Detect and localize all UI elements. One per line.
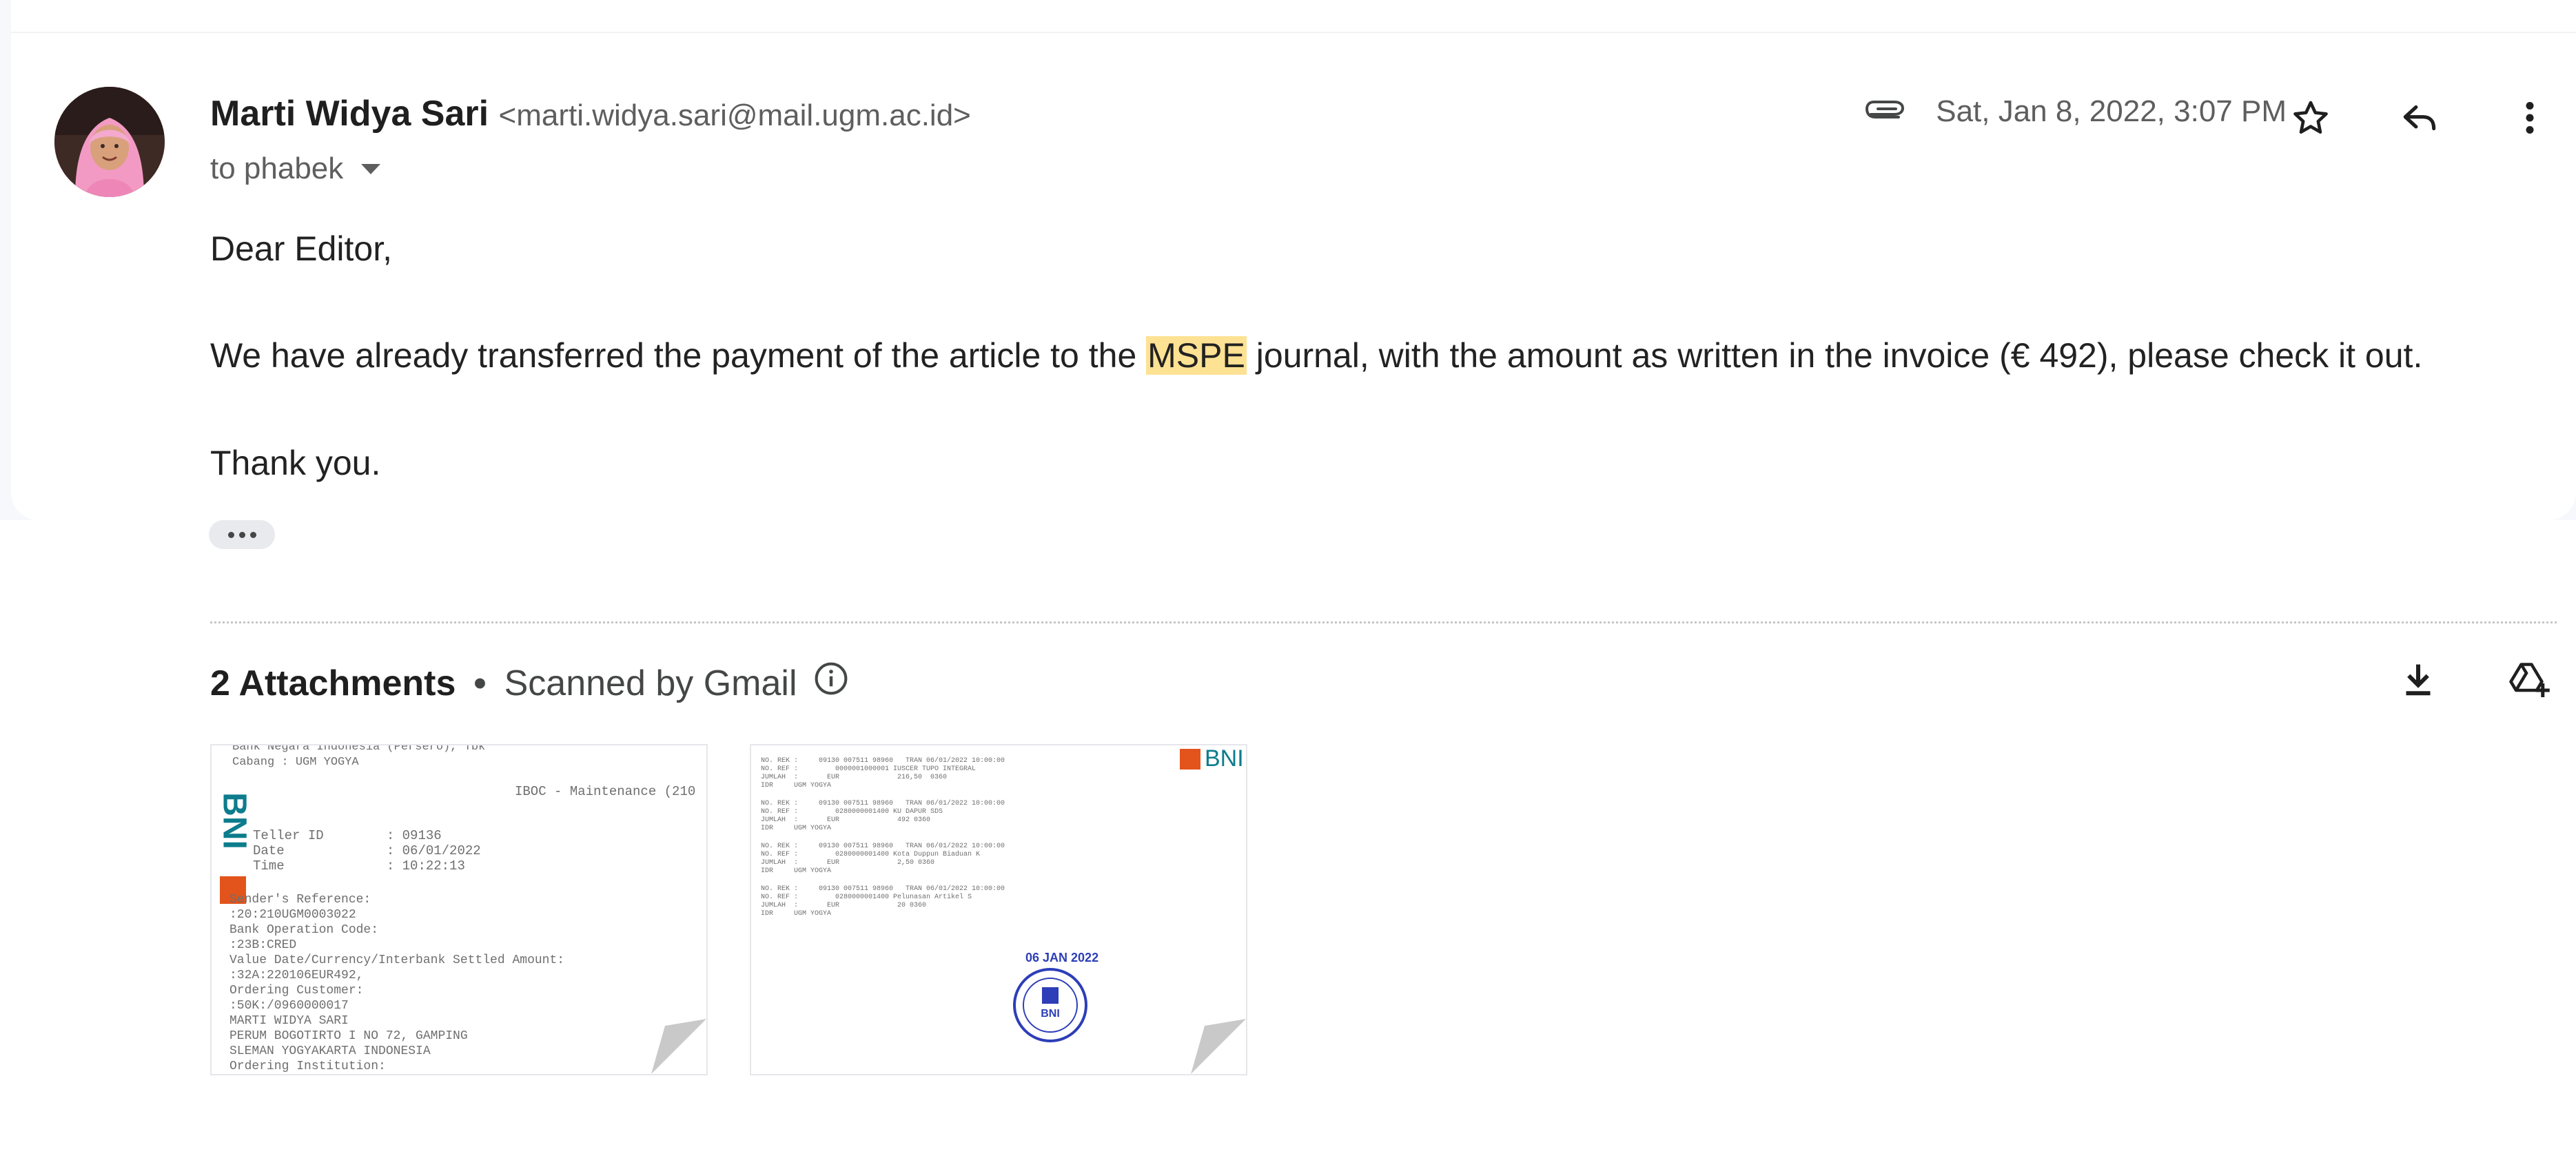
receipt-line: IDR UGM YOGYA (761, 867, 832, 875)
star-button[interactable] (2287, 94, 2335, 142)
ellipsis-dot (249, 531, 256, 538)
star-icon (2293, 101, 2328, 134)
add-to-drive-icon (2509, 663, 2550, 697)
receipt-line: :20:210UGM0003022 (229, 908, 356, 922)
attachments-header: 2 Attachments • Scanned by Gmail (210, 660, 850, 706)
receipt-line: JUMLAH : EUR 2,50 0360 (761, 859, 935, 867)
receipt-line: Bank Negara Indonesia (Persero), Tbk (232, 744, 486, 754)
recipient-details-dropdown-icon[interactable] (361, 163, 381, 174)
receipt-line: SLEMAN YOGYAKARTA INDONESIA (229, 1044, 431, 1058)
bni-logo-text: BNI (216, 792, 253, 849)
bni-logo-mark-icon (1180, 748, 1200, 770)
stamp-inner-ring (1023, 978, 1078, 1033)
attachment-clip-icon (1864, 96, 1912, 127)
receipt-line: IDR UGM YOGYA (761, 782, 832, 789)
receipt-line: NO. REF : 0280000001400 Kota Duppun Biad… (761, 851, 981, 858)
receipt-line: Time : 10:22:13 (253, 858, 465, 874)
receipt-line: PERUM BOGOTIRTO I NO 72, GAMPING (229, 1029, 468, 1043)
bni-logo: BNI (1180, 745, 1244, 772)
receipt-line: Sender's Reference: (229, 893, 371, 907)
bni-logo: BNI (216, 766, 253, 904)
scan-note: Scanned by Gmail (504, 663, 797, 703)
receipt-line: :32A:220106EUR492, (229, 969, 364, 982)
bank-stamp: BNI (1013, 968, 1087, 1042)
receipt-line: NO. REF : 0280000001400 Pelunasan Artike… (761, 894, 972, 901)
email-date: Sat, Jan 8, 2022, 3:07 PM (1936, 94, 2287, 128)
bni-logo-text: BNI (1205, 745, 1244, 772)
body-text-1: We have already transferred the payment … (210, 336, 1147, 375)
info-icon[interactable] (812, 660, 850, 706)
add-to-drive-button[interactable] (2506, 656, 2554, 704)
receipt-line: MARTI WIDYA SARI (229, 1014, 349, 1028)
separator: • (473, 663, 487, 703)
top-divider (11, 32, 2576, 33)
receipt-line: :23B:CRED (229, 938, 297, 952)
receipt-line: Cabang : UGM YOGYA (232, 756, 359, 769)
ellipsis-dot (238, 531, 245, 538)
stamp-date: 06 JAN 2022 (1025, 951, 1099, 964)
receipt-line: NO. REF : 0000001000001 IUSCER TUPO INTE… (761, 765, 977, 773)
receipt-line: Bank Operation Code: (229, 923, 379, 937)
body-greeting: Dear Editor, (210, 229, 393, 268)
email-card (11, 0, 2576, 520)
receipt-line: NO. REK : 09130 007511 98960 TRAN 06/01/… (761, 843, 1005, 850)
receipt-line: IDR UGM YOGYA (761, 825, 832, 832)
receipt-line: Teller ID : 09136 (253, 828, 442, 843)
receipt-line: :50K:/0960000017 (229, 999, 349, 1013)
attachments-divider (210, 621, 2557, 623)
page-curl-icon (651, 1019, 706, 1074)
receipt-line: Date : 06/01/2022 (253, 843, 481, 858)
stamp-logo-icon (1042, 987, 1059, 1004)
highlighted-term: MSPE (1146, 336, 1247, 375)
stamp-text: BNI (1041, 1008, 1060, 1020)
receipt-line: Value Date/Currency/Interbank Settled Am… (229, 953, 565, 967)
attachment-thumbnail-1[interactable]: BNI Bank Negara Indonesia (Persero), Tbk… (210, 744, 708, 1075)
receipt-line: NO. REK : 09130 007511 98960 TRAN 06/01/… (761, 885, 1005, 893)
receipt-line: IDR UGM YOGYA (761, 910, 832, 918)
attachment-thumbnail-2[interactable]: BNI NO. REK : 09130 007511 98960 TRAN 06… (750, 744, 1247, 1075)
page-curl-icon (1191, 1019, 1246, 1074)
recipient-line[interactable]: to phabek (210, 152, 381, 186)
reply-button[interactable] (2395, 94, 2444, 142)
sender-name[interactable]: Marti Widya Sari (210, 94, 489, 134)
email-meta: Sat, Jan 8, 2022, 3:07 PM (1864, 94, 2287, 129)
body-paragraph: We have already transferred the payment … (210, 336, 2422, 375)
download-icon (2406, 664, 2431, 696)
receipt-line: NO. REK : 09130 007511 98960 TRAN 06/01/… (761, 757, 1005, 765)
avatar-image (54, 87, 165, 197)
receipt-line: JUMLAH : EUR 492 0360 (761, 816, 931, 824)
receipt-line: JUMLAH : EUR 20 0360 (761, 902, 927, 909)
receipt-line: NO. REK : 09130 007511 98960 TRAN 06/01/… (761, 800, 1005, 807)
attachments-count: 2 Attachments (210, 663, 456, 703)
more-options-button[interactable] (2506, 94, 2554, 142)
receipt-line: NO. REF : 0280000001400 KU DAPUR SDS (761, 808, 943, 816)
receipt-line: JUMLAH : EUR 216,50 0360 (761, 774, 948, 781)
body-text-2: journal, with the amount as written in t… (1246, 336, 2423, 375)
sender-line: Marti Widya Sari <marti.widya.sari@mail.… (210, 93, 971, 134)
receipt-line: Ordering Institution: (229, 1060, 386, 1073)
sender-avatar[interactable] (54, 87, 165, 197)
sender-email: <marti.widya.sari@mail.ugm.ac.id> (498, 99, 971, 132)
recipient-text: to phabek (210, 152, 344, 185)
receipt-line: IBOC - Maintenance (210 (515, 784, 696, 799)
download-all-button[interactable] (2394, 656, 2442, 704)
receipt-line: Ordering Customer: (229, 984, 364, 998)
reply-icon (2403, 105, 2436, 131)
body-closing: Thank you. (210, 444, 381, 482)
more-vert-icon (2526, 102, 2534, 134)
show-trimmed-content-button[interactable] (209, 520, 275, 549)
ellipsis-dot (227, 531, 234, 538)
